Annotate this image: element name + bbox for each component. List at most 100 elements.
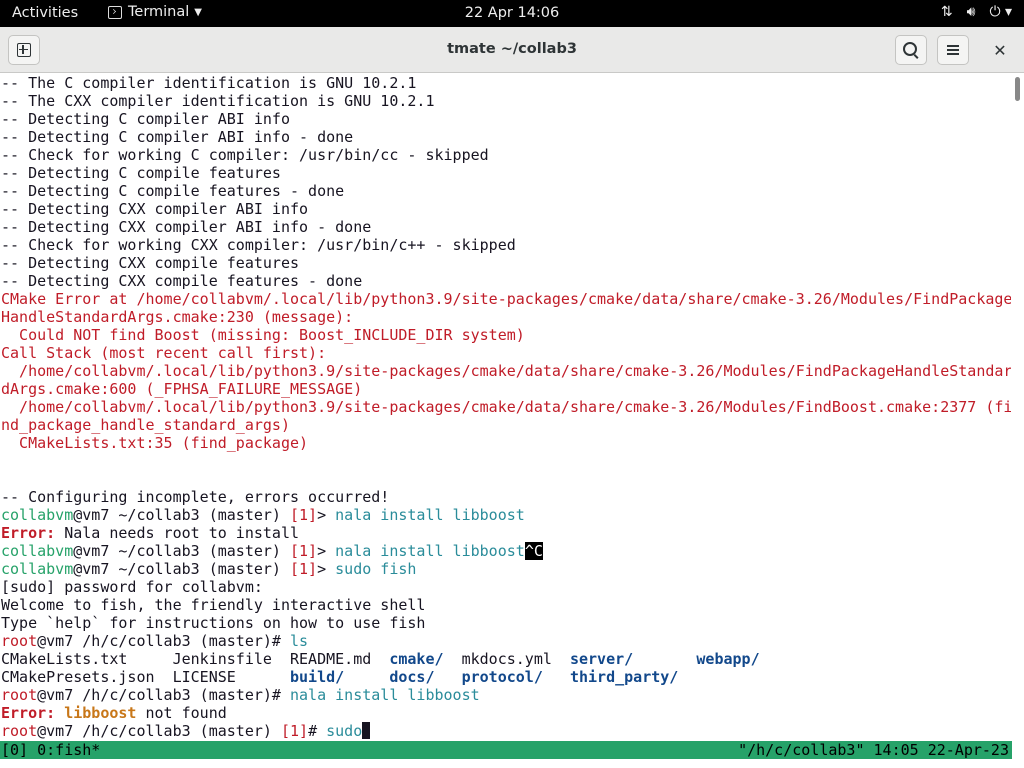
terminal-text: collabvm [1, 560, 74, 578]
terminal-text: CMake Error at /home/collabvm/.local/lib… [1, 290, 1011, 308]
terminal-text: third_party/ [569, 668, 679, 686]
terminal-line: -- Detecting C compiler ABI info [1, 110, 1011, 128]
terminal-text: (master) [199, 506, 290, 524]
network-icon: ⇅ [940, 4, 953, 20]
terminal-text: /home/collabvm/.local/lib/python3.9/site… [1, 362, 1011, 380]
window-title: tmate ~/collab3 [447, 41, 577, 57]
terminal-text: ^C [524, 542, 543, 560]
tmux-window-list: [0] 0:fish* [1, 741, 101, 759]
terminal-line: Error: Nala needs root to install [1, 524, 1011, 542]
terminal-line: Could NOT find Boost (missing: Boost_INC… [1, 326, 1011, 344]
terminal-text: > [317, 506, 336, 524]
terminal-text: @vm7 [37, 686, 83, 704]
terminal-text: ~/collab3 [118, 560, 200, 578]
terminal-line: -- Detecting CXX compiler ABI info - don… [1, 218, 1011, 236]
terminal-text: -- Detecting CXX compiler ABI info - don… [1, 218, 372, 236]
terminal-text: @vm7 [73, 542, 119, 560]
terminal-text: Error: [1, 704, 56, 722]
terminal-text: CMakeLists.txt Jenkinsfile README.md [1, 650, 390, 668]
menu-button[interactable] [937, 35, 969, 65]
terminal-line: CMakePresets.json LICENSE build/ docs/ p… [1, 668, 1011, 686]
terminal-text: -- Configuring incomplete, errors occurr… [1, 488, 390, 506]
terminal-line: -- Check for working CXX compiler: /usr/… [1, 236, 1011, 254]
terminal-text: ~/collab3 [118, 506, 200, 524]
terminal-text: nd_package_handle_standard_args) [1, 416, 290, 434]
close-button[interactable]: ✕ [984, 35, 1016, 65]
terminal-text: root [1, 722, 38, 740]
terminal-text: -- Detecting C compile features - done [1, 182, 345, 200]
terminal-line: -- Configuring incomplete, errors occurr… [1, 488, 1011, 506]
terminal-text: -- The C compiler identification is GNU … [1, 74, 417, 92]
terminal-text: Type `help` for instructions on how to u… [1, 614, 426, 632]
terminal-view[interactable]: -- The C compiler identification is GNU … [0, 73, 1024, 768]
terminal-text: root [1, 686, 38, 704]
search-button[interactable] [895, 35, 927, 65]
terminal-text: /h/c/collab3 [82, 632, 191, 650]
terminal-line: collabvm@vm7 ~/collab3 (master) [1]> sud… [1, 560, 1011, 578]
terminal-text: nala install libboost [335, 542, 525, 560]
terminal-text: Welcome to fish, the friendly interactiv… [1, 596, 426, 614]
terminal-line: -- The C compiler identification is GNU … [1, 74, 1011, 92]
terminal-text: > [317, 560, 336, 578]
terminal-text: build/ [289, 668, 345, 686]
terminal-line: root@vm7 /h/c/collab3 (master) [1]# sudo [1, 722, 1011, 740]
search-icon [902, 41, 917, 56]
terminal-text: @vm7 [73, 560, 119, 578]
terminal-text: Error: [1, 524, 56, 542]
terminal-text: HandleStandardArgs.cmake:230 (message): [1, 308, 354, 326]
terminal-text: -- Detecting CXX compile features [1, 254, 300, 272]
terminal-line: /home/collabvm/.local/lib/python3.9/site… [1, 362, 1011, 380]
terminal-text: root [1, 632, 38, 650]
terminal-line: Error: libboost not found [1, 704, 1011, 722]
terminal-line: dArgs.cmake:600 (_FPHSA_FAILURE_MESSAGE) [1, 380, 1011, 398]
terminal-output: -- The C compiler identification is GNU … [1, 74, 1011, 740]
terminal-line: Type `help` for instructions on how to u… [1, 614, 1011, 632]
terminal-text: CMakeLists.txt:35 (find_package) [1, 434, 309, 452]
terminal-text: collabvm [1, 542, 74, 560]
terminal-text: (master) [199, 560, 290, 578]
terminal-line: Call Stack (most recent call first): [1, 344, 1011, 362]
terminal-text: [1] [280, 722, 309, 740]
terminal-text: (master) [199, 542, 290, 560]
terminal-line: -- Check for working C compiler: /usr/bi… [1, 146, 1011, 164]
terminal-line: [sudo] password for collabvm: [1, 578, 1011, 596]
window-header-bar: tmate ~/collab3 ✕ [0, 27, 1024, 73]
terminal-text: (master)# [190, 686, 290, 704]
terminal-text: @vm7 [37, 722, 83, 740]
power-icon: ⏻ ▾ [989, 4, 1012, 20]
terminal-text: nala install libboost [335, 506, 525, 524]
terminal-line: collabvm@vm7 ~/collab3 (master) [1]> nal… [1, 542, 1011, 560]
terminal-text: /h/c/collab3 [82, 686, 191, 704]
terminal-line: Welcome to fish, the friendly interactiv… [1, 596, 1011, 614]
terminal-text: # [308, 722, 327, 740]
terminal-line: /home/collabvm/.local/lib/python3.9/site… [1, 398, 1011, 416]
terminal-text: ~/collab3 [118, 542, 200, 560]
terminal-text: CMakePresets.json LICENSE [1, 668, 290, 686]
terminal-text: /h/c/collab3 [82, 722, 191, 740]
terminal-text: [1] [290, 560, 318, 578]
gnome-top-bar: Activities Terminal ▼ 22 Apr 14:06 ⇅ 🔊︎ … [0, 0, 1024, 27]
terminal-line: HandleStandardArgs.cmake:230 (message): [1, 308, 1011, 326]
terminal-text: protocol/ [461, 668, 543, 686]
clock[interactable]: 22 Apr 14:06 [0, 5, 1024, 21]
terminal-text: webapp/ [696, 650, 760, 668]
terminal-line: collabvm@vm7 ~/collab3 (master) [1]> nal… [1, 506, 1011, 524]
terminal-text: [1] [290, 542, 318, 560]
terminal-text: sudo [326, 722, 363, 740]
terminal-line: nd_package_handle_standard_args) [1, 416, 1011, 434]
terminal-line: -- Detecting C compiler ABI info - done [1, 128, 1011, 146]
terminal-line: -- Detecting CXX compile features - done [1, 272, 1011, 290]
scrollbar[interactable] [1015, 77, 1020, 101]
terminal-text: docs/ [389, 668, 435, 686]
hamburger-menu-icon [947, 45, 959, 55]
terminal-line: -- Detecting CXX compile features [1, 254, 1011, 272]
terminal-text: (master) [190, 722, 281, 740]
terminal-line: CMake Error at /home/collabvm/.local/lib… [1, 290, 1011, 308]
terminal-text: -- Detecting C compile features [1, 164, 281, 182]
terminal-text: -- Detecting C compiler ABI info [1, 110, 290, 128]
system-status-area[interactable]: ⇅ 🔊︎ ⏻ ▾ [941, 4, 1012, 20]
terminal-text: ls [290, 632, 309, 650]
